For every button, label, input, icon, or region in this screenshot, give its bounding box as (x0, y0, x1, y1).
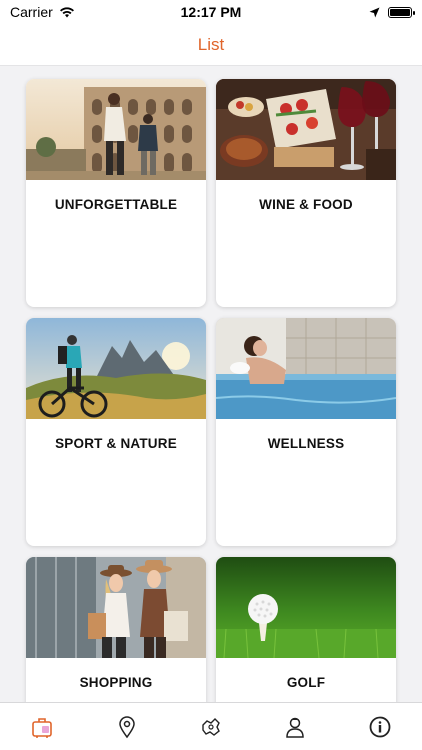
category-card-sport-nature[interactable]: SPORT & NATURE (26, 318, 206, 546)
carrier-label: Carrier (10, 4, 53, 20)
status-bar: Carrier 12:17 PM (0, 0, 422, 24)
card-image-mountain-bike (26, 318, 206, 419)
category-grid[interactable]: UNFORGETTABLE WINE & FOOD SPORT & NATURE… (0, 66, 422, 702)
status-right (272, 6, 415, 18)
tab-bar (0, 702, 422, 750)
card-image-shoppers (26, 557, 206, 658)
card-title: WELLNESS (267, 436, 345, 451)
page-title: List (197, 34, 225, 54)
card-image-food-wine (216, 79, 396, 180)
card-image-golf-ball (216, 557, 396, 658)
card-title: GOLF (286, 675, 326, 690)
card-image-pool-spa (216, 318, 396, 419)
category-card-unforgettable[interactable]: UNFORGETTABLE (26, 79, 206, 307)
card-image-colosseum (26, 79, 206, 180)
card-title: WINE & FOOD (259, 197, 353, 212)
tab-map-pin[interactable] (107, 707, 147, 747)
wifi-icon (59, 7, 74, 18)
card-title: UNFORGETTABLE (54, 197, 178, 212)
card-title: SPORT & NATURE (55, 436, 177, 451)
location-arrow-icon (369, 7, 380, 17)
category-card-wellness[interactable]: WELLNESS (216, 318, 396, 546)
tab-info[interactable] (360, 707, 400, 747)
nav-bar: List (0, 24, 422, 66)
category-card-wine-food[interactable]: WINE & FOOD (216, 79, 396, 307)
status-left: Carrier (10, 4, 150, 20)
card-title: SHOPPING (79, 675, 153, 690)
suitcase-icon (32, 717, 52, 738)
status-time: 12:17 PM (180, 4, 242, 20)
category-card-golf[interactable]: GOLF (216, 557, 396, 702)
map-pin-icon (118, 715, 135, 738)
battery-icon (388, 6, 415, 18)
person-icon (286, 717, 305, 738)
tab-map[interactable] (191, 707, 231, 747)
map-icon (202, 717, 220, 736)
category-card-shopping[interactable]: SHOPPING (26, 557, 206, 702)
tab-profile[interactable] (275, 707, 315, 747)
info-icon (369, 716, 391, 737)
tab-suitcase[interactable] (22, 707, 62, 747)
